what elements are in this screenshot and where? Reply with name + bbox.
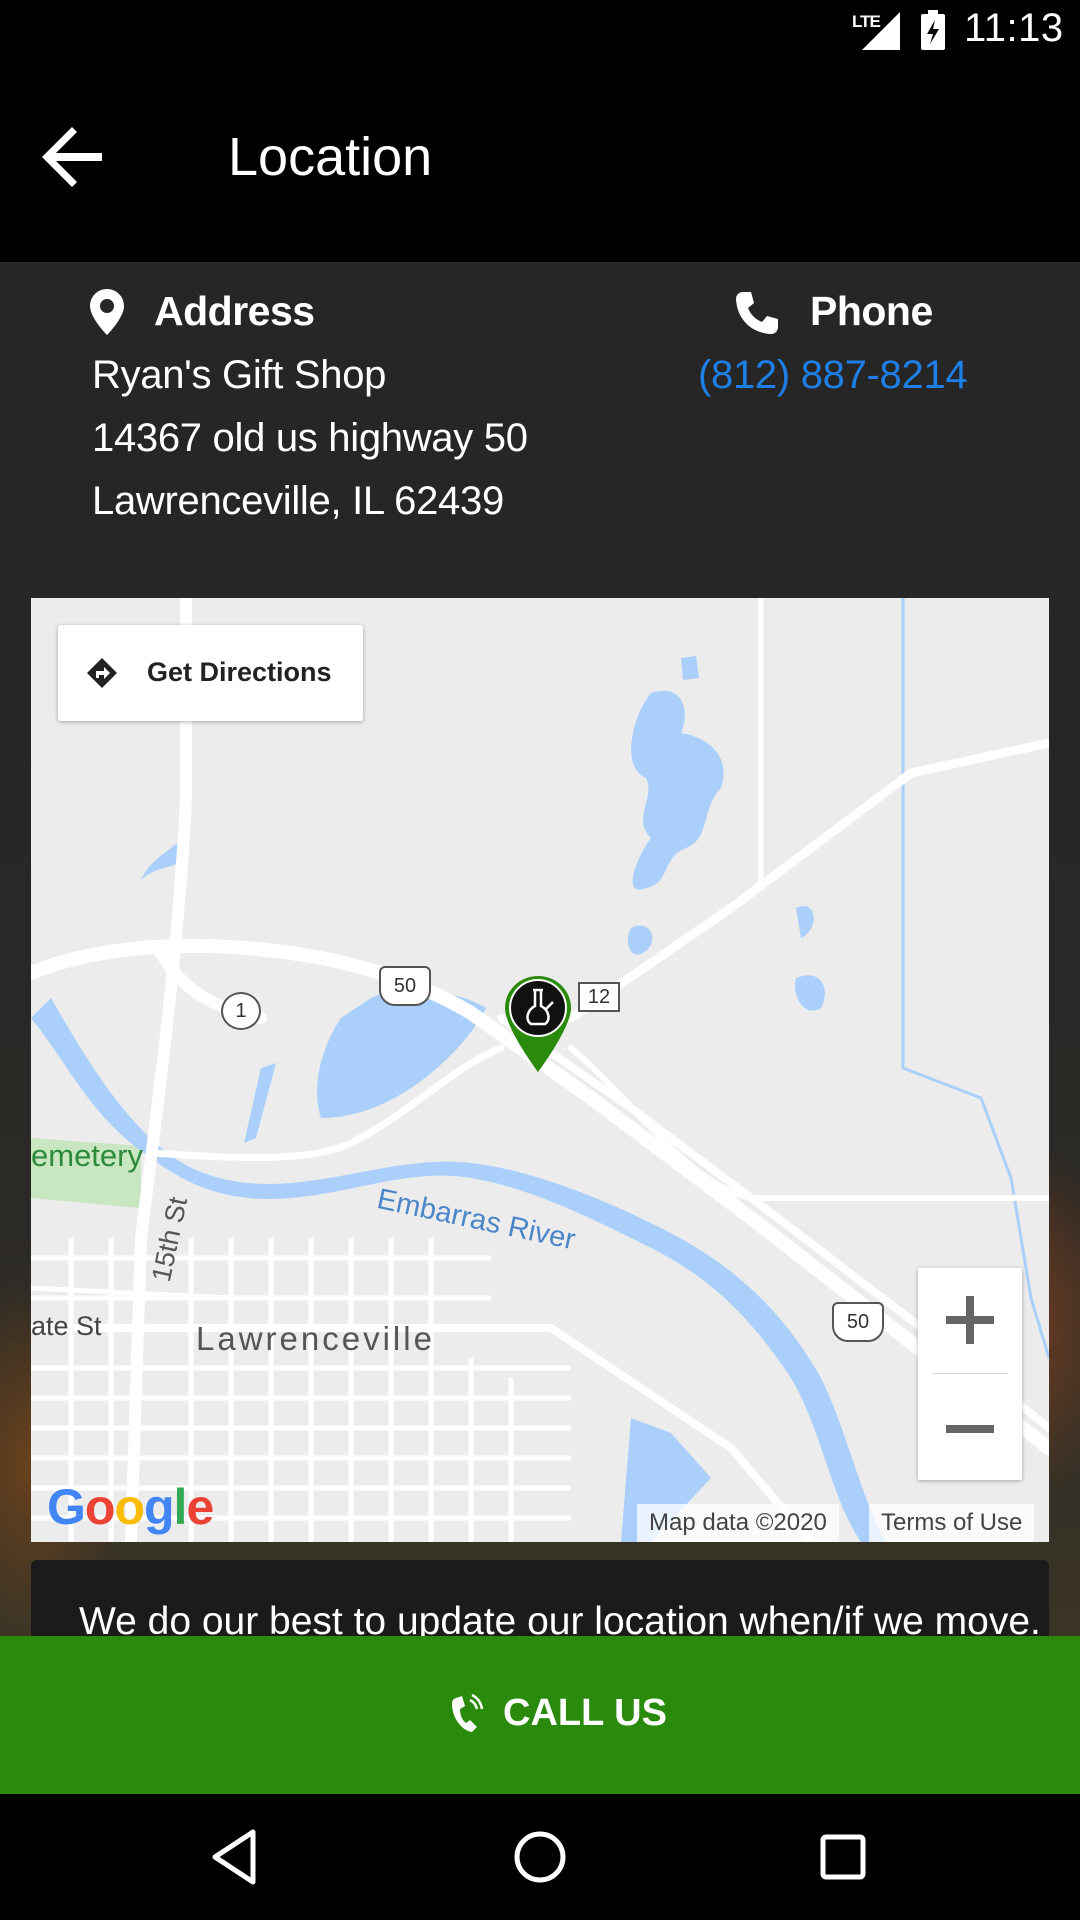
directions-diamond-icon [87, 658, 117, 688]
terms-of-use-link[interactable]: Terms of Use [869, 1504, 1035, 1542]
map-label-cemetery: emetery [31, 1138, 143, 1173]
address-heading: Address [154, 288, 315, 334]
map-pin-icon [90, 289, 124, 335]
phone-heading: Phone [810, 288, 933, 334]
zoom-controls [918, 1268, 1022, 1480]
get-directions-label: Get Directions [147, 657, 332, 687]
page-title: Location [228, 127, 433, 187]
zoom-out-button[interactable] [918, 1375, 1022, 1479]
map-label-city: Lawrenceville [196, 1320, 435, 1357]
route-shield-1: 1 [221, 992, 261, 1030]
store-marker-icon[interactable] [505, 976, 571, 1072]
google-logo: Google [47, 1479, 214, 1535]
route-shield-12: 12 [578, 982, 620, 1012]
call-us-button[interactable]: CALL US [0, 1636, 1080, 1794]
plus-icon [946, 1296, 994, 1344]
minus-icon [946, 1425, 994, 1433]
system-nav-bar [0, 1794, 1080, 1920]
address-line-name: Ryan's Gift Shop [92, 353, 387, 397]
home-circle-icon[interactable] [507, 1824, 573, 1890]
app-bar: Location [0, 64, 1080, 262]
address-line-street: 14367 old us highway 50 [92, 416, 528, 460]
battery-charging-icon [921, 10, 945, 50]
zoom-in-button[interactable] [918, 1268, 1022, 1372]
map-label-side-street: ate St [31, 1311, 102, 1341]
map-view[interactable]: emetery Embarras River 15th St ate St La… [31, 598, 1049, 1542]
zoom-divider [932, 1373, 1008, 1374]
get-directions-button[interactable]: Get Directions [58, 625, 363, 721]
address-line-city: Lawrenceville, IL 62439 [92, 479, 504, 523]
phone-number-link[interactable]: (812) 887-8214 [698, 353, 968, 398]
back-triangle-icon[interactable] [203, 1824, 269, 1890]
route-shield-us50: 50 [379, 966, 431, 1006]
status-bar: LTE 11:13 [0, 0, 1080, 64]
call-us-label: CALL US [503, 1692, 667, 1734]
route-shield-us50-east: 50 [832, 1302, 884, 1342]
recents-square-icon[interactable] [810, 1824, 876, 1890]
phone-icon [736, 292, 778, 334]
phone-ringing-icon [452, 1693, 484, 1732]
map-data-attribution: Map data ©2020 [637, 1504, 839, 1542]
arrow-left-icon[interactable] [40, 124, 106, 190]
status-time: 11:13 [964, 6, 1064, 50]
lte-signal-icon [862, 12, 900, 50]
